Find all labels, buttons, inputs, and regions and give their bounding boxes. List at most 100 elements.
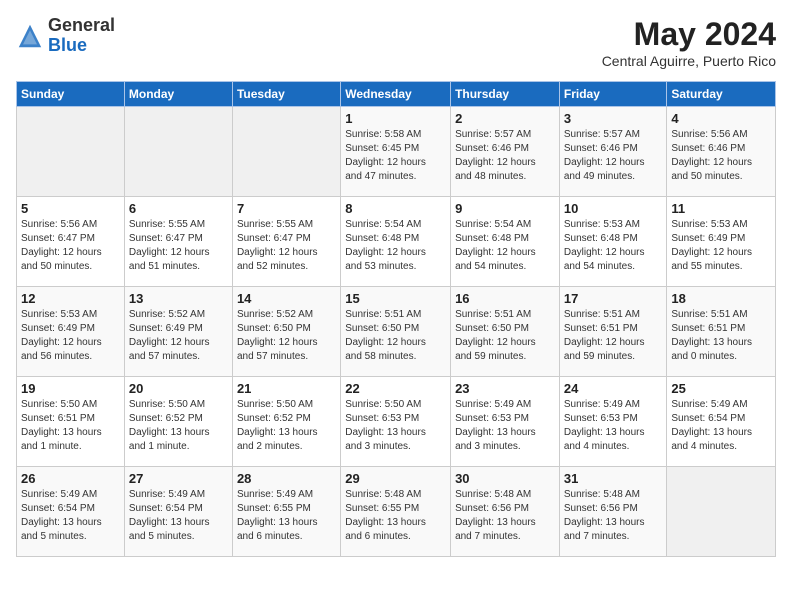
- calendar-week-2: 5Sunrise: 5:56 AM Sunset: 6:47 PM Daylig…: [17, 197, 776, 287]
- calendar-cell: 8 Sunrise: 5:54 AM Sunset: 6:48 PM Daylig…: [341, 197, 451, 287]
- cell-info: Sunrise: 5:48 AM Sunset: 6:56 PM Dayligh…: [455, 488, 555, 544]
- cell-info: Sunrise: 5:49 AM Sunset: 6:53 PM Dayligh…: [564, 398, 663, 454]
- day-number: 6: [129, 201, 228, 216]
- month-title: May 2024: [602, 16, 776, 53]
- cell-info: Sunrise: 5:51 AM Sunset: 6:50 PM Dayligh…: [345, 308, 446, 364]
- cell-info: Sunrise: 5:56 AM Sunset: 6:47 PM Dayligh…: [21, 218, 120, 274]
- day-number: 2: [455, 111, 555, 126]
- weekday-header-monday: Monday: [124, 82, 232, 107]
- weekday-header-sunday: Sunday: [17, 82, 125, 107]
- calendar-cell: 18Sunrise: 5:51 AM Sunset: 6:51 PM Dayli…: [667, 287, 776, 377]
- day-number: 16: [455, 291, 555, 306]
- weekday-header-row: SundayMondayTuesdayWednesdayThursdayFrid…: [17, 82, 776, 107]
- day-number: 24: [564, 381, 663, 396]
- logo-general-text: General: [48, 15, 115, 35]
- cell-info: Sunrise: 5:51 AM Sunset: 6:50 PM Dayligh…: [455, 308, 555, 364]
- day-number: 19: [21, 381, 120, 396]
- cell-info: Sunrise: 5:50 AM Sunset: 6:52 PM Dayligh…: [237, 398, 336, 454]
- calendar-cell: 30 Sunrise: 5:48 AM Sunset: 6:56 PM Dayli…: [451, 467, 560, 557]
- header: General Blue May 2024 Central Aguirre, P…: [16, 16, 776, 69]
- day-number: 26: [21, 471, 120, 486]
- calendar-cell: 21 Sunrise: 5:50 AM Sunset: 6:52 PM Dayli…: [232, 377, 340, 467]
- calendar-cell: 10 Sunrise: 5:53 AM Sunset: 6:48 PM Dayli…: [559, 197, 667, 287]
- day-number: 25: [671, 381, 771, 396]
- title-block: May 2024 Central Aguirre, Puerto Rico: [602, 16, 776, 69]
- day-number: 13: [129, 291, 228, 306]
- calendar-cell: 4 Sunrise: 5:56 AM Sunset: 6:46 PM Daylig…: [667, 107, 776, 197]
- day-number: 22: [345, 381, 446, 396]
- calendar-week-4: 19 Sunrise: 5:50 AM Sunset: 6:51 PM Dayli…: [17, 377, 776, 467]
- day-number: 28: [237, 471, 336, 486]
- logo-icon: [16, 22, 44, 50]
- cell-info: Sunrise: 5:52 AM Sunset: 6:50 PM Dayligh…: [237, 308, 336, 364]
- cell-info: Sunrise: 5:49 AM Sunset: 6:54 PM Dayligh…: [129, 488, 228, 544]
- weekday-header-tuesday: Tuesday: [232, 82, 340, 107]
- cell-info: Sunrise: 5:56 AM Sunset: 6:46 PM Dayligh…: [671, 128, 771, 184]
- calendar-cell: 11 Sunrise: 5:53 AM Sunset: 6:49 PM Dayli…: [667, 197, 776, 287]
- calendar-cell: 15 Sunrise: 5:51 AM Sunset: 6:50 PM Dayli…: [341, 287, 451, 377]
- calendar-cell: [667, 467, 776, 557]
- weekday-header-wednesday: Wednesday: [341, 82, 451, 107]
- cell-info: Sunrise: 5:49 AM Sunset: 6:54 PM Dayligh…: [21, 488, 120, 544]
- cell-info: Sunrise: 5:54 AM Sunset: 6:48 PM Dayligh…: [455, 218, 555, 274]
- calendar-cell: 12 Sunrise: 5:53 AM Sunset: 6:49 PM Dayli…: [17, 287, 125, 377]
- calendar-cell: [17, 107, 125, 197]
- cell-info: Sunrise: 5:55 AM Sunset: 6:47 PM Dayligh…: [129, 218, 228, 274]
- day-number: 4: [671, 111, 771, 126]
- calendar-cell: 2 Sunrise: 5:57 AM Sunset: 6:46 PM Daylig…: [451, 107, 560, 197]
- day-number: 14: [237, 291, 336, 306]
- calendar-cell: 5Sunrise: 5:56 AM Sunset: 6:47 PM Daylig…: [17, 197, 125, 287]
- cell-info: Sunrise: 5:50 AM Sunset: 6:52 PM Dayligh…: [129, 398, 228, 454]
- cell-info: Sunrise: 5:57 AM Sunset: 6:46 PM Dayligh…: [564, 128, 663, 184]
- day-number: 21: [237, 381, 336, 396]
- cell-info: Sunrise: 5:53 AM Sunset: 6:48 PM Dayligh…: [564, 218, 663, 274]
- day-number: 30: [455, 471, 555, 486]
- day-number: 31: [564, 471, 663, 486]
- cell-info: Sunrise: 5:54 AM Sunset: 6:48 PM Dayligh…: [345, 218, 446, 274]
- cell-info: Sunrise: 5:50 AM Sunset: 6:53 PM Dayligh…: [345, 398, 446, 454]
- calendar-cell: 31 Sunrise: 5:48 AM Sunset: 6:56 PM Dayli…: [559, 467, 667, 557]
- day-number: 9: [455, 201, 555, 216]
- cell-info: Sunrise: 5:58 AM Sunset: 6:45 PM Dayligh…: [345, 128, 446, 184]
- day-number: 10: [564, 201, 663, 216]
- day-number: 8: [345, 201, 446, 216]
- day-number: 12: [21, 291, 120, 306]
- calendar-cell: 27 Sunrise: 5:49 AM Sunset: 6:54 PM Dayli…: [124, 467, 232, 557]
- logo-blue-text: Blue: [48, 35, 87, 55]
- day-number: 15: [345, 291, 446, 306]
- calendar-cell: 26 Sunrise: 5:49 AM Sunset: 6:54 PM Dayli…: [17, 467, 125, 557]
- cell-info: Sunrise: 5:48 AM Sunset: 6:55 PM Dayligh…: [345, 488, 446, 544]
- calendar-cell: 22 Sunrise: 5:50 AM Sunset: 6:53 PM Dayli…: [341, 377, 451, 467]
- calendar-cell: 6 Sunrise: 5:55 AM Sunset: 6:47 PM Daylig…: [124, 197, 232, 287]
- location: Central Aguirre, Puerto Rico: [602, 53, 776, 69]
- cell-info: Sunrise: 5:51 AM Sunset: 6:51 PM Dayligh…: [671, 308, 771, 364]
- calendar-cell: 14 Sunrise: 5:52 AM Sunset: 6:50 PM Dayli…: [232, 287, 340, 377]
- day-number: 23: [455, 381, 555, 396]
- cell-info: Sunrise: 5:50 AM Sunset: 6:51 PM Dayligh…: [21, 398, 120, 454]
- cell-info: Sunrise: 5:52 AM Sunset: 6:49 PM Dayligh…: [129, 308, 228, 364]
- cell-info: Sunrise: 5:49 AM Sunset: 6:53 PM Dayligh…: [455, 398, 555, 454]
- calendar-week-5: 26 Sunrise: 5:49 AM Sunset: 6:54 PM Dayli…: [17, 467, 776, 557]
- calendar-cell: 3 Sunrise: 5:57 AM Sunset: 6:46 PM Daylig…: [559, 107, 667, 197]
- calendar-cell: 28Sunrise: 5:49 AM Sunset: 6:55 PM Dayli…: [232, 467, 340, 557]
- calendar-week-1: 1 Sunrise: 5:58 AM Sunset: 6:45 PM Daylig…: [17, 107, 776, 197]
- cell-info: Sunrise: 5:53 AM Sunset: 6:49 PM Dayligh…: [671, 218, 771, 274]
- calendar-week-3: 12 Sunrise: 5:53 AM Sunset: 6:49 PM Dayli…: [17, 287, 776, 377]
- day-number: 11: [671, 201, 771, 216]
- calendar-cell: 19 Sunrise: 5:50 AM Sunset: 6:51 PM Dayli…: [17, 377, 125, 467]
- calendar-cell: 24 Sunrise: 5:49 AM Sunset: 6:53 PM Dayli…: [559, 377, 667, 467]
- cell-info: Sunrise: 5:51 AM Sunset: 6:51 PM Dayligh…: [564, 308, 663, 364]
- cell-info: Sunrise: 5:48 AM Sunset: 6:56 PM Dayligh…: [564, 488, 663, 544]
- day-number: 29: [345, 471, 446, 486]
- day-number: 27: [129, 471, 228, 486]
- cell-info: Sunrise: 5:57 AM Sunset: 6:46 PM Dayligh…: [455, 128, 555, 184]
- cell-info: Sunrise: 5:53 AM Sunset: 6:49 PM Dayligh…: [21, 308, 120, 364]
- weekday-header-saturday: Saturday: [667, 82, 776, 107]
- calendar-cell: 25Sunrise: 5:49 AM Sunset: 6:54 PM Dayli…: [667, 377, 776, 467]
- day-number: 3: [564, 111, 663, 126]
- logo: General Blue: [16, 16, 115, 56]
- calendar-cell: 17Sunrise: 5:51 AM Sunset: 6:51 PM Dayli…: [559, 287, 667, 377]
- day-number: 1: [345, 111, 446, 126]
- calendar-cell: 7Sunrise: 5:55 AM Sunset: 6:47 PM Daylig…: [232, 197, 340, 287]
- calendar-cell: 9 Sunrise: 5:54 AM Sunset: 6:48 PM Daylig…: [451, 197, 560, 287]
